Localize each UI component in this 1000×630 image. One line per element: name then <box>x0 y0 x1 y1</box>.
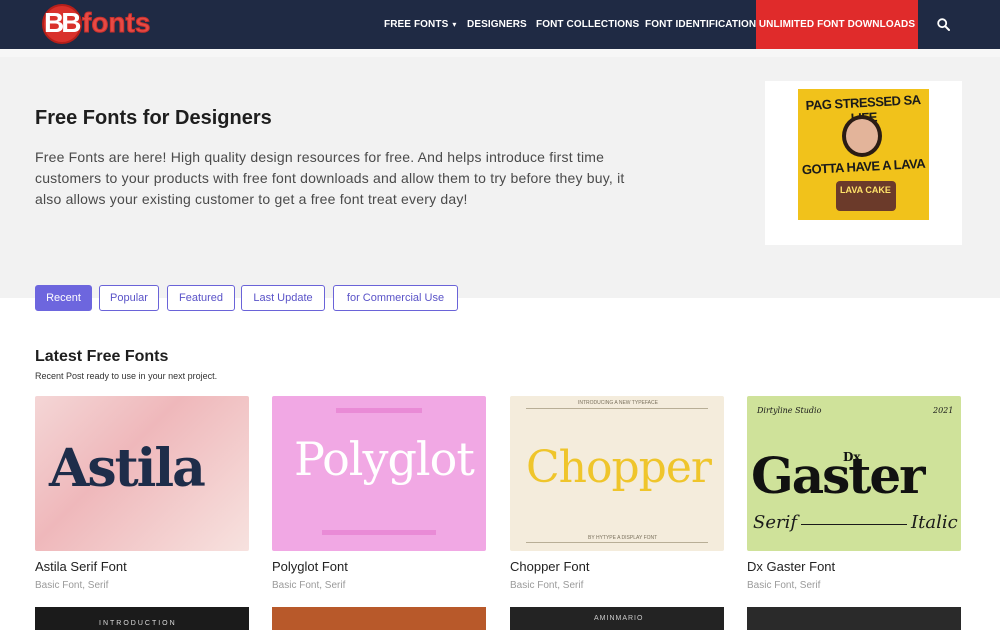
logo-mark: BB <box>44 7 81 38</box>
font-thumbnail[interactable]: Dirtyline Studio 2021 Dx Gaster Serif It… <box>747 396 961 551</box>
font-thumbnail-partial[interactable]: INTRODUCTION <box>35 607 249 630</box>
nav-unlimited-downloads[interactable]: UNLIMITED FONT DOWNLOADS <box>756 0 918 49</box>
hero-description: Free Fonts are here! High quality design… <box>35 149 625 207</box>
preview-right-word: Italic <box>911 512 958 533</box>
ad-banner[interactable]: PAG STRESSED SA LIFE GOTTA HAVE A LAVA L… <box>765 81 962 245</box>
decorative-bar <box>336 408 422 413</box>
chevron-down-icon: ▾ <box>452 20 457 29</box>
font-card-title[interactable]: Polyglot Font <box>272 559 486 574</box>
search-icon <box>936 18 950 31</box>
ad-tagline: GOTTA HAVE A LAVA <box>801 155 926 178</box>
section-subtitle: Recent Post ready to use in your next pr… <box>35 371 218 381</box>
font-card-title[interactable]: Astila Serif Font <box>35 559 249 574</box>
font-thumbnail-partial[interactable]: AMINMARIO <box>510 607 724 630</box>
logo-text: fonts <box>81 7 151 39</box>
font-card-category[interactable]: Basic Font, Serif <box>747 580 961 591</box>
font-thumbnail[interactable]: Astila <box>35 396 249 551</box>
section-title: Latest Free Fonts <box>35 348 169 365</box>
page-title: Free Fonts for Designers <box>35 107 272 129</box>
preview-caption-bottom: BY HYTYPE A DISPLAY FONT <box>588 535 658 541</box>
font-thumbnail-partial[interactable] <box>747 607 961 630</box>
font-preview-text: Polyglot <box>294 432 475 486</box>
divider <box>801 524 907 525</box>
font-card-category[interactable]: Basic Font, Serif <box>35 580 249 591</box>
hero-section: Free Fonts for Designers Free Fonts are … <box>0 49 1000 298</box>
tab-popular[interactable]: Popular <box>99 285 159 311</box>
preview-caption: INTRODUCTION <box>99 620 177 627</box>
preview-caption: AMINMARIO <box>594 615 644 622</box>
search-button[interactable] <box>930 0 956 49</box>
font-thumbnail[interactable]: Polyglot <box>272 396 486 551</box>
nav-font-identification[interactable]: FONT IDENTIFICATION <box>645 0 756 49</box>
divider <box>526 542 708 543</box>
preview-caption-top: INTRODUCING A NEW TYPEFACE <box>578 400 658 406</box>
font-thumbnail-partial[interactable] <box>272 607 486 630</box>
font-card[interactable]: Dirtyline Studio 2021 Dx Gaster Serif It… <box>747 396 961 591</box>
font-thumbnail[interactable]: INTRODUCING A NEW TYPEFACE Chopper BY HY… <box>510 396 724 551</box>
tab-recent[interactable]: Recent <box>35 285 92 311</box>
nav-font-collections[interactable]: FONT COLLECTIONS <box>536 0 639 49</box>
font-preview-text: Gaster <box>751 446 925 505</box>
preview-year: 2021 <box>933 406 954 415</box>
preview-studio: Dirtyline Studio <box>757 406 822 415</box>
font-card-category[interactable]: Basic Font, Serif <box>510 580 724 591</box>
preview-left-word: Serif <box>753 512 798 533</box>
font-card[interactable]: Astila Astila Serif Font Basic Font, Ser… <box>35 396 249 591</box>
nav-free-fonts-label: FREE FONTS <box>384 19 449 30</box>
font-card-title[interactable]: Dx Gaster Font <box>747 559 961 574</box>
font-preview-text: Chopper <box>526 442 712 493</box>
tab-featured[interactable]: Featured <box>167 285 235 311</box>
ad-product-label: LAVA CAKE <box>840 185 891 195</box>
nav-designers[interactable]: DESIGNERS <box>467 0 527 49</box>
font-card-category[interactable]: Basic Font, Serif <box>272 580 486 591</box>
nav-free-fonts[interactable]: FREE FONTS ▾ <box>384 0 456 49</box>
tab-commercial-use[interactable]: for Commercial Use <box>333 285 458 311</box>
divider <box>526 408 708 409</box>
top-navbar: BB fonts FREE FONTS ▾ DESIGNERS FONT COL… <box>0 0 1000 49</box>
tab-last-update[interactable]: Last Update <box>241 285 325 311</box>
font-card[interactable]: Polyglot Polyglot Font Basic Font, Serif <box>272 396 486 591</box>
site-logo[interactable]: BB fonts <box>40 4 160 44</box>
font-card-title[interactable]: Chopper Font <box>510 559 724 574</box>
ad-portrait <box>842 115 882 157</box>
ad-image[interactable]: PAG STRESSED SA LIFE GOTTA HAVE A LAVA L… <box>798 89 929 220</box>
decorative-bar <box>322 530 436 535</box>
font-card[interactable]: INTRODUCING A NEW TYPEFACE Chopper BY HY… <box>510 396 724 591</box>
font-preview-text: Astila <box>49 438 206 499</box>
